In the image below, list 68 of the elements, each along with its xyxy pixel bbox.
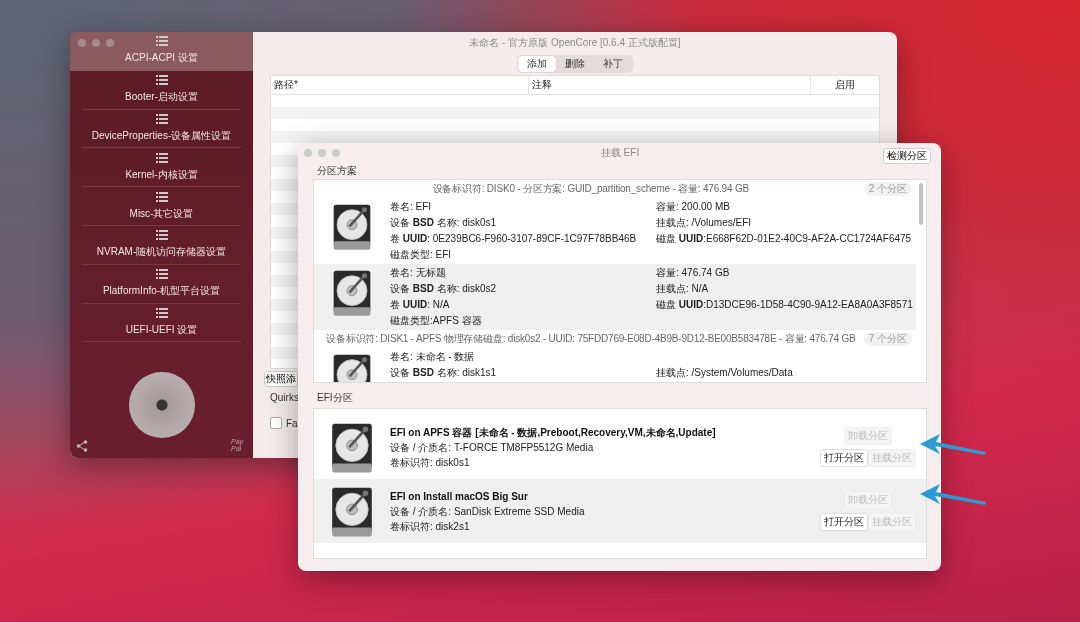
partition-field: 卷名: 未命名 - 数据: [390, 349, 656, 365]
partition-field: 磁盘类型: EFI: [390, 247, 656, 263]
efi-title: EFI on Install macOS Big Sur: [390, 489, 529, 504]
efi-detail: 卷标识符: disk0s1: [390, 455, 471, 470]
checkbox[interactable]: [270, 417, 282, 429]
table-row[interactable]: [271, 107, 879, 119]
column-header[interactable]: 路径*: [271, 76, 529, 94]
detect-button[interactable]: 检测分区: [883, 148, 931, 164]
window-title: 未命名 - 官方原版 OpenCore [0.6.4 正式版配置]: [468, 36, 682, 50]
list-icon: [155, 230, 168, 241]
segment-tab[interactable]: 添加: [518, 56, 556, 72]
partition-field: 卷名: 无标题: [390, 265, 656, 281]
partition-field: 挂载点: /Volumes/EFI: [656, 215, 916, 231]
sidebar-item[interactable]: DeviceProperties-设备属性设置: [82, 109, 241, 149]
sidebar-item[interactable]: NVRAM-随机访问存储器设置: [82, 226, 241, 265]
list-icon: [155, 36, 168, 47]
partition-field: 卷 UUID: N/A: [390, 297, 656, 313]
partition-count-badge: 2 个分区: [863, 182, 912, 196]
partition-field: 卷 UUID: 0E239BC6-F960-3107-89CF-1C97F78BB46B: [390, 231, 656, 247]
hard-drive-icon: [331, 203, 373, 253]
partition-field: 挂载点: N/A: [656, 281, 916, 297]
partition-field: 设备 BSD 名称: disk1s1: [390, 365, 656, 381]
column-header[interactable]: 启用: [811, 76, 879, 94]
partition-field: 磁盘类型:APFS 容器: [390, 313, 656, 329]
partition-field: 容量: 200.00 MB: [656, 199, 916, 215]
disk-header: 设备标识符: DISK1 - APFS 物理存储磁盘: disk0s2 - UUID: 75FDD769-E08D-4B9B-9D12-BE00B583478E - 容量: 476.74 GB: [325, 332, 857, 346]
sidebar-item[interactable]: Kernel-内核设置: [82, 148, 241, 188]
list-icon: [155, 75, 168, 86]
partition-field: 设备 BSD 名称: disk0s1: [390, 215, 656, 231]
segment-tab[interactable]: 补丁: [594, 56, 632, 72]
partition-button[interactable]: 打开分区: [820, 513, 868, 531]
efi-title: EFI on APFS 容器 [未命名 - 数据,Preboot,Recovery,VM,未命名,Update]: [390, 425, 717, 440]
table-row[interactable]: [271, 131, 879, 143]
list-icon: [155, 191, 168, 202]
sidebar-item[interactable]: ACPI-ACPI 设置: [70, 32, 253, 71]
partition-field: 设备 BSD 名称: disk0s2: [390, 281, 656, 297]
efi-detail: 设备 / 介质名: T-FORCE TM8FP5512G Media: [390, 440, 595, 455]
snapshot-button[interactable]: 快照添: [264, 371, 298, 387]
efi-detail: 卷标识符: disk2s1: [390, 519, 471, 534]
share-icon[interactable]: [76, 440, 88, 452]
sidebar-item[interactable]: PlatformInfo-机型平台设置: [82, 264, 241, 304]
partition-field: 磁盘 UUID:E668F62D-01E2-40C9-AF2A-CC1724AF6475: [656, 231, 916, 247]
annotation-arrow: [918, 482, 988, 506]
list-icon: [155, 307, 168, 318]
partition-field: 挂载点: /System/Volumes/Data: [656, 365, 916, 381]
list-icon: [155, 152, 168, 163]
disk-header: 设备标识符: DISK0 - 分区方案: GUID_partition_scheme - 容量: 476.94 GB: [431, 182, 750, 196]
sidebar-item[interactable]: Misc-其它设置: [82, 187, 241, 226]
list-icon: [155, 114, 168, 124]
hard-drive-icon: [331, 269, 373, 319]
checkbox-label: Fa: [286, 417, 298, 429]
partition-field: 磁盘 UUID:D13DCE96-1D58-4C90-9A12-EA8A0A3F8571: [656, 297, 916, 313]
partition-count-badge: 7 个分区: [863, 332, 912, 346]
partition-field: 卷名: EFI: [390, 199, 656, 215]
partition-button[interactable]: 打开分区: [820, 449, 868, 467]
section-label: 分区方案: [317, 164, 357, 178]
section-label: Quirks: [270, 392, 299, 403]
section-label: EFI分区: [317, 391, 353, 405]
sidebar-item[interactable]: UEFI-UEFI 设置: [82, 303, 241, 343]
scrollbar-thumb[interactable]: [919, 183, 923, 225]
efi-detail: 设备 / 介质名: SanDisk Extreme SSD Media: [390, 504, 586, 519]
column-header[interactable]: 注释: [529, 76, 811, 94]
annotation-arrow: [918, 432, 988, 456]
window-title: 挂载 EFI: [600, 146, 640, 160]
sidebar-item[interactable]: Booter-启动设置: [82, 70, 241, 110]
partition-field: 容量: 476.74 GB: [656, 265, 916, 281]
list-icon: [155, 269, 168, 280]
segment-tab[interactable]: 删除: [556, 56, 594, 72]
